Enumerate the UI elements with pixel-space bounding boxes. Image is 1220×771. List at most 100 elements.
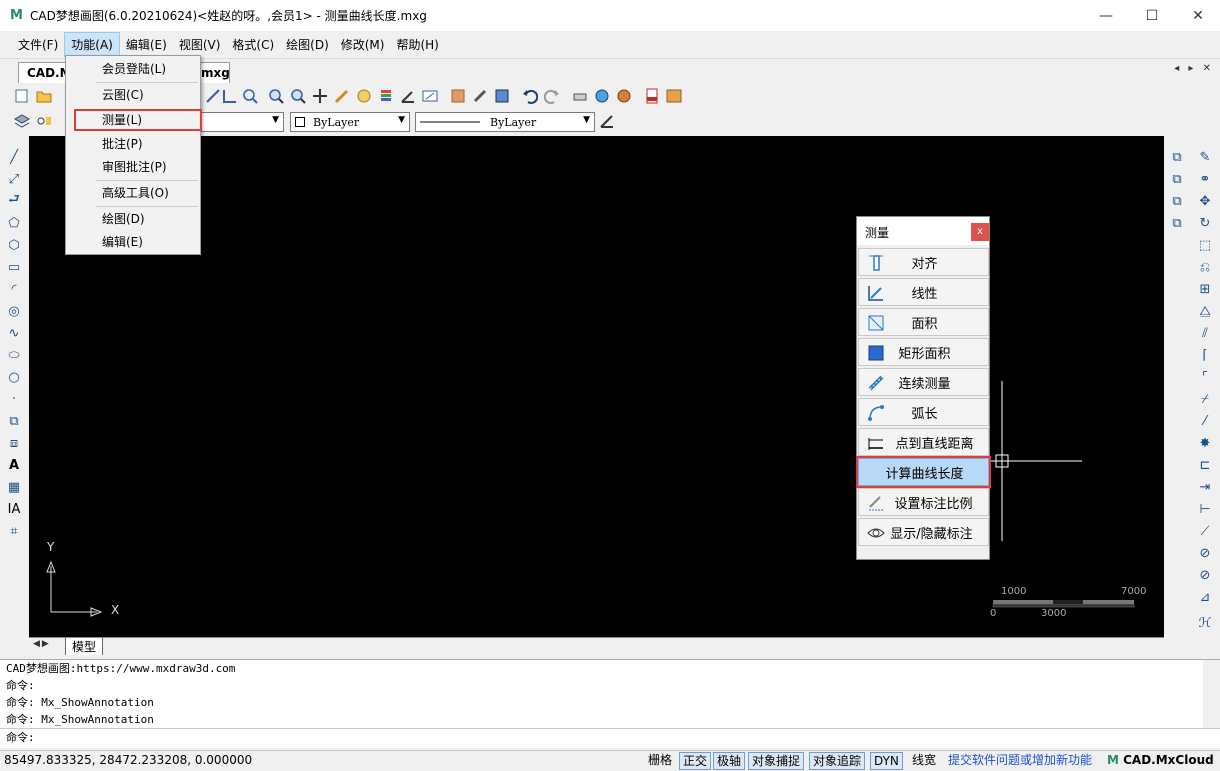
erase-icon[interactable]: ✎	[1196, 148, 1214, 166]
properties-icon[interactable]	[450, 88, 466, 104]
stretch-icon[interactable]: ⎌	[1196, 258, 1214, 276]
measure-toggle-annotations-button[interactable]: 显示/隐藏标注	[858, 518, 989, 546]
text-icon[interactable]: A	[5, 456, 23, 474]
construction-line-icon[interactable]: ⤢	[5, 170, 23, 188]
extend-icon[interactable]: ⁄	[1196, 412, 1214, 430]
tab-model[interactable]: 模型	[65, 638, 104, 655]
measure-curve-length-button[interactable]: 计算曲线长度	[856, 456, 991, 488]
offset-icon[interactable]: ⫽	[1196, 324, 1214, 342]
dim-angle-icon[interactable]: ⊿	[1196, 588, 1214, 606]
dim-linear-icon[interactable]: ⊢	[1196, 500, 1214, 518]
globe-icon[interactable]	[616, 88, 632, 104]
polar-toggle[interactable]: 极轴	[713, 752, 746, 770]
pan-icon[interactable]	[312, 88, 328, 104]
layer-tool-4-icon[interactable]: ⧉	[1168, 214, 1186, 232]
scale-icon[interactable]: ⬚	[1196, 236, 1214, 254]
layer-manager-icon[interactable]	[14, 113, 30, 129]
measure-point-line-button[interactable]: 点到直线距离	[858, 428, 989, 456]
break-icon[interactable]: ⊏	[1196, 456, 1214, 474]
ortho-toggle[interactable]: 正交	[679, 752, 712, 770]
zoom-out-icon[interactable]	[290, 88, 306, 104]
measure-arc-length-button[interactable]: 弧长	[858, 398, 989, 426]
print-icon[interactable]	[572, 88, 588, 104]
hatch-icon[interactable]: ⌗	[5, 522, 23, 540]
menu-item-cloud[interactable]: 云图(C)	[66, 84, 200, 106]
arc-icon[interactable]: ◜	[5, 280, 23, 298]
dim-aligned-icon[interactable]: ⟋	[1196, 522, 1214, 540]
explode-icon[interactable]: ✸	[1196, 434, 1214, 452]
tab-document-1[interactable]: CAD.M	[18, 62, 72, 83]
redo-icon[interactable]	[544, 88, 560, 104]
layer-tool-1-icon[interactable]: ⧉	[1168, 148, 1186, 166]
chamfer-icon[interactable]: ⌜	[1196, 368, 1214, 386]
copy-icon[interactable]: ⚭	[1196, 170, 1214, 188]
join-icon[interactable]: ⇥	[1196, 478, 1214, 496]
circle-icon[interactable]: ◎	[5, 302, 23, 320]
array-icon[interactable]: ⊞	[1196, 280, 1214, 298]
menu-item-edit[interactable]: 编辑(E)	[66, 231, 200, 253]
dim-radius-icon[interactable]: ⊘	[1196, 544, 1214, 562]
lineweight-toggle[interactable]: 线宽	[909, 752, 939, 770]
export-image-icon[interactable]	[666, 88, 682, 104]
menu-item-member-login[interactable]: 会员登陆(L)	[66, 58, 200, 80]
menu-item-measure[interactable]: 测量(L)	[74, 109, 202, 131]
table-icon[interactable]: ▦	[5, 478, 23, 496]
brand-label[interactable]: M CAD.MxCloud	[1104, 752, 1217, 770]
layer-combo[interactable]: ▼	[198, 112, 284, 132]
brush-icon[interactable]	[472, 88, 488, 104]
polygon-icon[interactable]: ⬠	[5, 214, 23, 232]
maximize-button[interactable]: ☐	[1129, 0, 1175, 31]
insert-block-icon[interactable]: ⧉	[5, 412, 23, 430]
grid-toggle[interactable]: 栅格	[645, 752, 675, 770]
menu-item-annotate[interactable]: 批注(P)	[66, 133, 200, 155]
point-icon[interactable]: ·	[5, 390, 23, 408]
zoom-in-icon[interactable]	[268, 88, 284, 104]
dyn-toggle[interactable]: DYN	[870, 752, 903, 770]
minimize-button[interactable]: —	[1083, 0, 1129, 31]
command-input[interactable]: 命令:	[0, 728, 1220, 748]
layer-tool-2-icon[interactable]: ⧉	[1168, 170, 1186, 188]
ellipse-icon[interactable]: ⬭	[5, 346, 23, 364]
mirror-icon[interactable]: ⧋	[1196, 302, 1214, 320]
menu-view[interactable]: 视图(V)	[173, 33, 227, 56]
render-icon[interactable]	[594, 88, 610, 104]
color-combo[interactable]: ByLayer ▼	[290, 112, 410, 132]
lineweight-icon[interactable]	[599, 113, 615, 129]
measure-panel-close-button[interactable]: x	[971, 223, 989, 241]
menu-item-advanced-tools[interactable]: 高级工具(O)	[66, 182, 200, 204]
measure-linear-button[interactable]: 线性	[858, 278, 989, 306]
tab-nav-arrows[interactable]: ◂ ▸ ✕	[1174, 63, 1214, 74]
match-properties-icon[interactable]	[400, 88, 416, 104]
move-icon[interactable]: ✥	[1196, 192, 1214, 210]
mtext-icon[interactable]: IA	[5, 500, 23, 518]
image-edit-icon[interactable]	[422, 88, 438, 104]
close-button[interactable]: ✕	[1175, 0, 1220, 31]
layers-color-icon[interactable]	[378, 88, 394, 104]
feedback-link[interactable]: 提交软件问题或增加新功能	[945, 752, 1095, 770]
layer-tool-3-icon[interactable]: ⧉	[1168, 192, 1186, 210]
polyline-icon[interactable]: ⮐	[5, 192, 23, 210]
dim-ordinate-icon[interactable]: ℋ	[1196, 614, 1214, 632]
revision-cloud-icon[interactable]: ○	[5, 368, 23, 386]
measure-area-button[interactable]: 面积	[858, 308, 989, 336]
menu-draw[interactable]: 绘图(D)	[280, 33, 335, 56]
spline-icon[interactable]: ∿	[5, 324, 23, 342]
line-tool-icon[interactable]: ╱	[5, 148, 23, 166]
measure-align-button[interactable]: 对齐	[858, 248, 989, 276]
pencil-icon[interactable]	[334, 88, 350, 104]
osnap-toggle[interactable]: 对象捕捉	[748, 752, 805, 770]
undo-icon[interactable]	[522, 88, 538, 104]
menu-modify[interactable]: 修改(M)	[335, 33, 391, 56]
layout-nav-arrows[interactable]: ◀▶	[33, 639, 51, 649]
block-icon[interactable]	[494, 88, 510, 104]
measure-set-scale-button[interactable]: 设置标注比例	[858, 488, 989, 516]
layer-state-icon[interactable]	[36, 113, 52, 129]
measure-rect-area-button[interactable]: 矩形面积	[858, 338, 989, 366]
make-block-icon[interactable]: ⧈	[5, 434, 23, 452]
fillet-icon[interactable]: ⌈	[1196, 346, 1214, 364]
dim-diameter-icon[interactable]: ⊘	[1196, 566, 1214, 584]
pdf-icon[interactable]	[644, 88, 660, 104]
menu-item-draw[interactable]: 绘图(D)	[66, 208, 200, 230]
open-file-icon[interactable]	[36, 88, 52, 104]
menu-edit[interactable]: 编辑(E)	[120, 33, 173, 56]
